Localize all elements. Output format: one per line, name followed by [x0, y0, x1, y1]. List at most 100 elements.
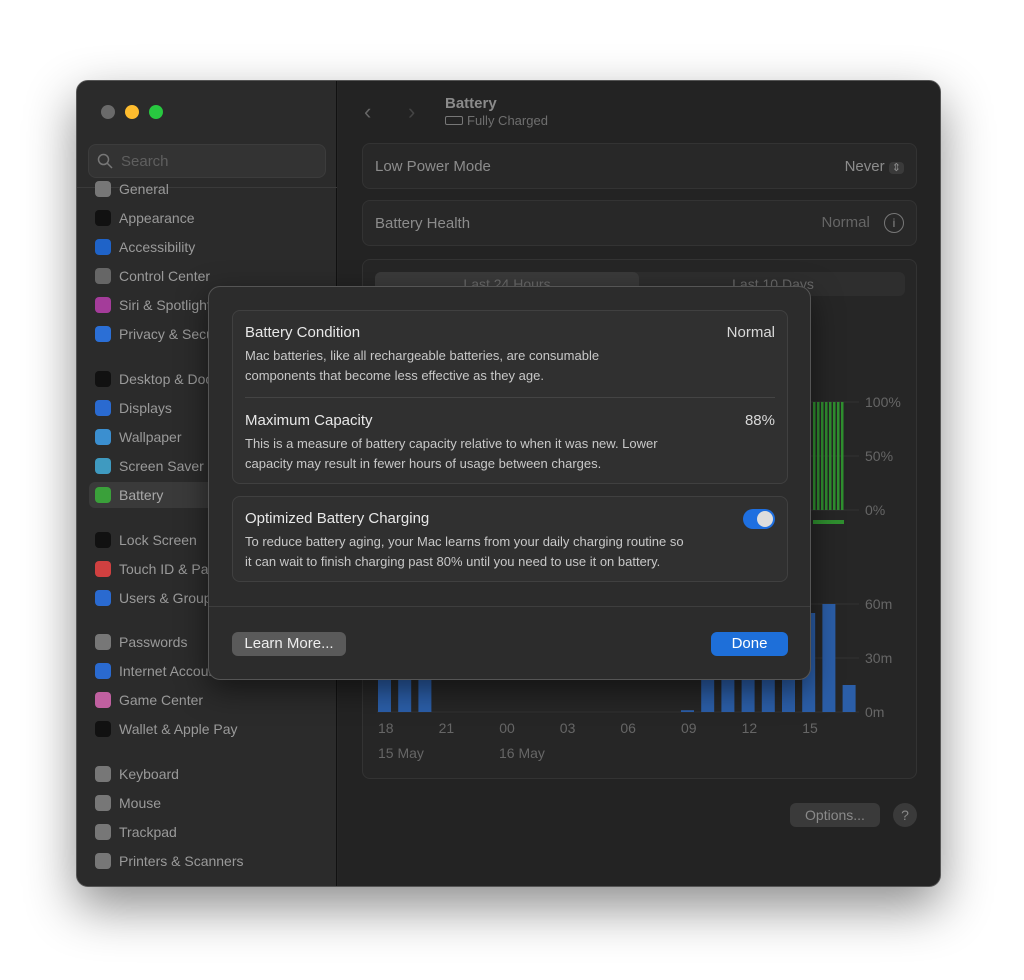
x-tick: 00 — [499, 720, 515, 736]
x-tick: 18 — [378, 720, 394, 736]
zoom-button[interactable] — [149, 105, 163, 119]
battery-health-row: Battery Health Normal i — [362, 200, 917, 246]
screen-saver-icon — [95, 458, 111, 474]
sidebar-item-mouse[interactable]: Mouse — [89, 790, 325, 816]
usage-tick: 60m — [865, 596, 893, 612]
battery-status: Fully Charged — [445, 113, 548, 128]
x-tick: 09 — [681, 720, 697, 736]
sidebar-item-label: Mouse — [119, 795, 162, 811]
optimized-charging-toggle[interactable] — [743, 509, 775, 529]
displays-icon — [95, 400, 111, 416]
wallpaper-icon — [95, 429, 111, 445]
sidebar-item-appearance[interactable]: Appearance — [89, 205, 325, 231]
level-bar — [833, 402, 836, 510]
sidebar-item-label: Wallet & Apple Pay — [119, 721, 238, 737]
sidebar-item-keyboard[interactable]: Keyboard — [89, 761, 325, 787]
sidebar-item-label: Trackpad — [119, 824, 177, 840]
general-icon — [95, 181, 111, 197]
health-card: Battery Condition Normal Mac batteries, … — [232, 310, 788, 484]
sidebar-item-label: Accessibility — [119, 239, 196, 255]
level-bar — [829, 402, 832, 510]
charging-indicator — [813, 520, 844, 524]
usage-bar — [822, 604, 836, 712]
chevron-updown-icon: ⇕ — [888, 161, 904, 174]
usage-tick: 0m — [865, 704, 885, 720]
usage-tick: 30m — [865, 650, 893, 666]
date-label: 15 May — [378, 745, 424, 761]
condition-value: Normal — [726, 324, 775, 341]
search-icon — [97, 153, 113, 169]
level-tick: 100% — [865, 394, 901, 410]
sidebar-item-label: Wallpaper — [119, 429, 182, 445]
keyboard-icon — [95, 766, 111, 782]
lock-screen-icon — [95, 532, 111, 548]
level-bar — [837, 402, 840, 510]
sidebar-item-game-center[interactable]: Game Center — [89, 687, 325, 713]
level-bar — [817, 402, 820, 510]
sidebar-item-label: Battery — [119, 487, 164, 503]
desktop-dock-icon — [95, 371, 111, 387]
battery-charging-icon — [445, 116, 463, 125]
privacy-security-icon — [95, 326, 111, 342]
sidebar-item-label: Displays — [119, 400, 172, 416]
page-title: Battery — [445, 95, 497, 112]
search-field[interactable]: Search — [88, 144, 326, 178]
sidebar-item-label: Passwords — [119, 634, 188, 650]
usage-bar — [681, 710, 694, 712]
trackpad-icon — [95, 824, 111, 840]
condition-desc: Mac batteries, like all rechargeable bat… — [245, 348, 600, 363]
done-button[interactable]: Done — [711, 632, 788, 656]
low-power-mode-select[interactable]: Never ⇕ — [845, 158, 904, 175]
printers-scanners-icon — [95, 853, 111, 869]
sidebar-item-label: Users & Groups — [119, 590, 219, 606]
sidebar-item-label: Desktop & Dock — [119, 371, 220, 387]
info-icon[interactable]: i — [884, 213, 904, 233]
level-tick: 0% — [865, 502, 886, 518]
sidebar-item-trackpad[interactable]: Trackpad — [89, 819, 325, 845]
learn-more-button[interactable]: Learn More... — [232, 632, 346, 656]
battery-health-label: Battery Health — [375, 214, 471, 232]
game-center-icon — [95, 692, 111, 708]
window-controls — [101, 105, 163, 119]
sidebar-item-label: General — [119, 181, 169, 197]
users-groups-icon — [95, 590, 111, 606]
battery-icon — [95, 487, 111, 503]
sidebar-item-label: Screen Saver — [119, 458, 204, 474]
help-button[interactable]: ? — [893, 803, 917, 827]
close-button[interactable] — [101, 105, 115, 119]
condition-desc: components that become less effective as… — [245, 368, 544, 383]
optimized-title: Optimized Battery Charging — [245, 510, 430, 527]
capacity-desc: capacity may result in fewer hours of us… — [245, 456, 602, 471]
level-bar — [825, 402, 828, 510]
divider — [209, 606, 810, 607]
sidebar-item-wallet-apple-pay[interactable]: Wallet & Apple Pay — [89, 716, 325, 742]
back-button[interactable]: ‹ — [364, 99, 371, 125]
x-tick: 15 — [802, 720, 818, 736]
battery-health-dialog: Battery Condition Normal Mac batteries, … — [208, 286, 811, 680]
x-tick: 06 — [620, 720, 636, 736]
low-power-mode-row: Low Power Mode Never ⇕ — [362, 143, 917, 189]
sidebar-item-printers-scanners[interactable]: Printers & Scanners — [89, 848, 325, 874]
sidebar-item-label: Game Center — [119, 692, 204, 708]
level-bar — [821, 402, 824, 510]
sidebar-item-accessibility[interactable]: Accessibility — [89, 234, 325, 260]
capacity-value: 88% — [744, 412, 775, 429]
sidebar-item-general[interactable]: General — [89, 176, 325, 202]
appearance-icon — [95, 210, 111, 226]
internet-accounts-icon — [95, 663, 111, 679]
usage-bar — [842, 685, 856, 712]
options-button[interactable]: Options... — [790, 803, 880, 827]
capacity-desc: This is a measure of battery capacity re… — [245, 436, 658, 451]
minimize-button[interactable] — [125, 105, 139, 119]
accessibility-icon — [95, 239, 111, 255]
optimized-desc: it can wait to finish charging past 80% … — [245, 554, 661, 569]
optimized-desc: To reduce battery aging, your Mac learns… — [245, 534, 684, 549]
low-power-mode-value: Never — [844, 157, 885, 175]
x-tick: 12 — [741, 720, 758, 736]
status-text: Fully Charged — [467, 113, 548, 128]
low-power-mode-label: Low Power Mode — [375, 157, 491, 175]
x-tick: 21 — [438, 720, 455, 736]
forward-button[interactable]: › — [408, 99, 415, 125]
toggle-knob — [757, 511, 773, 527]
optimized-charging-card: Optimized Battery Charging To reduce bat… — [232, 496, 788, 582]
